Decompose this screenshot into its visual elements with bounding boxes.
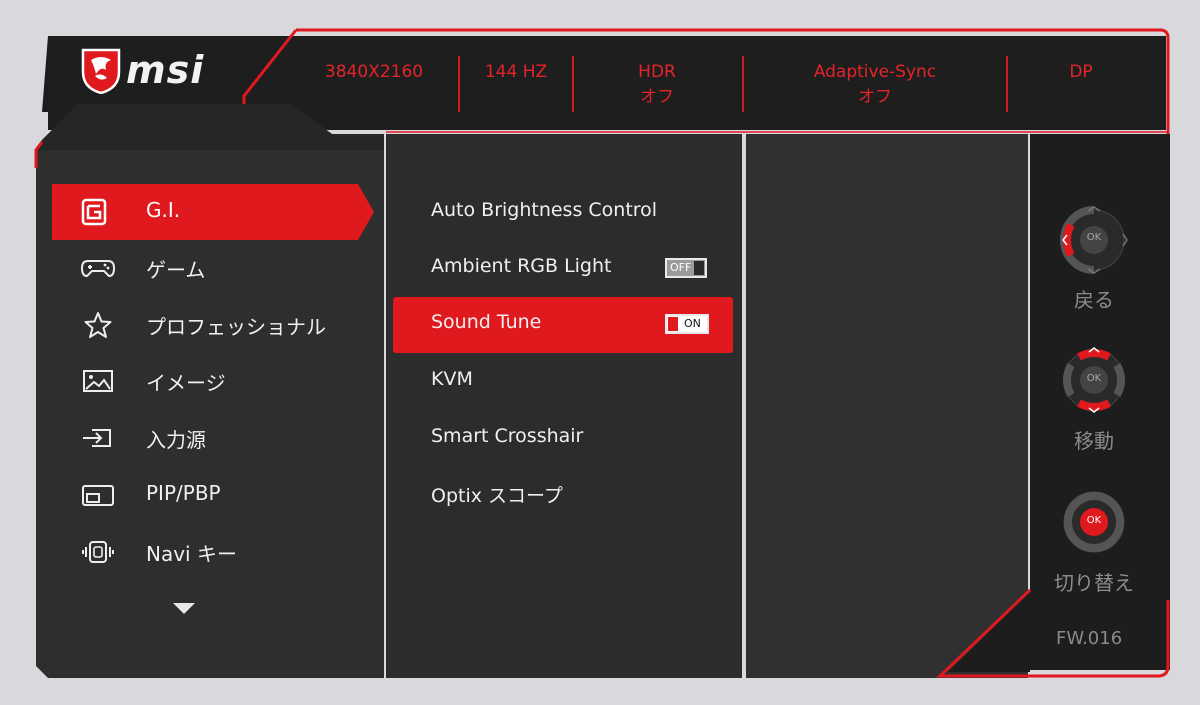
submenu-item-smart-crosshair[interactable]: Smart Crosshair bbox=[393, 411, 733, 467]
status-hdr: HDR オフ bbox=[638, 62, 676, 107]
submenu-item-ambient-rgb[interactable]: Ambient RGB Light OFF bbox=[393, 241, 733, 297]
scroll-down-arrow-icon[interactable] bbox=[172, 602, 196, 616]
ok-label: OK bbox=[1086, 232, 1102, 243]
submenu-item-optix-scope[interactable]: Optix スコープ bbox=[393, 467, 733, 523]
msi-logo: msi bbox=[126, 48, 205, 92]
menu-item-gi[interactable]: G.I. bbox=[52, 184, 374, 240]
menu-item-professional[interactable]: プロフェッショナル bbox=[52, 297, 374, 353]
input-source-icon bbox=[83, 429, 111, 447]
move-label: 移動 bbox=[1074, 429, 1114, 453]
submenu-item-sound-tune[interactable]: Sound Tune ON bbox=[393, 297, 733, 353]
status-divider bbox=[1006, 56, 1008, 112]
submenu-item-kvm[interactable]: KVM bbox=[393, 354, 733, 410]
status-input-port: DP bbox=[1069, 62, 1093, 82]
navi-key-icon bbox=[82, 541, 114, 563]
toggle-knob bbox=[694, 261, 704, 275]
firmware-version: FW.016 bbox=[1056, 628, 1123, 649]
status-divider bbox=[458, 56, 460, 112]
submenu-item-auto-brightness[interactable]: Auto Brightness Control bbox=[393, 185, 733, 241]
status-resolution: 3840X2160 bbox=[324, 62, 424, 82]
ok-label: OK bbox=[1086, 373, 1102, 384]
status-refresh-rate: 144 HZ bbox=[484, 62, 548, 82]
gamepad-icon bbox=[80, 260, 116, 278]
sound-tune-toggle[interactable]: ON bbox=[665, 314, 709, 334]
image-icon bbox=[83, 370, 113, 392]
detail-panel bbox=[746, 134, 1028, 678]
select-label: 切り替え bbox=[1054, 571, 1134, 595]
star-icon bbox=[84, 312, 112, 338]
menu-item-navi-key[interactable]: Navi キー bbox=[52, 524, 374, 580]
toggle-knob bbox=[668, 317, 678, 331]
menu-item-pip-pbp[interactable]: PIP/PBP bbox=[52, 467, 374, 523]
ok-label: OK bbox=[1086, 515, 1102, 526]
back-label: 戻る bbox=[1074, 288, 1114, 312]
osd-window: msi 3840X2160 144 HZ HDR オフ Adaptive-Sync… bbox=[0, 0, 1200, 705]
menu-item-game[interactable]: ゲーム bbox=[52, 240, 374, 296]
status-divider bbox=[572, 56, 574, 112]
status-divider bbox=[742, 56, 744, 112]
gi-icon bbox=[81, 198, 107, 226]
msi-dragon-shield-icon bbox=[81, 48, 121, 94]
status-adaptive-sync: Adaptive-Sync オフ bbox=[813, 62, 937, 107]
menu-item-input-source[interactable]: 入力源 bbox=[52, 410, 374, 466]
ambient-rgb-toggle[interactable]: OFF bbox=[665, 258, 707, 278]
menu-item-image[interactable]: イメージ bbox=[52, 353, 374, 409]
pip-pbp-icon bbox=[82, 485, 114, 506]
